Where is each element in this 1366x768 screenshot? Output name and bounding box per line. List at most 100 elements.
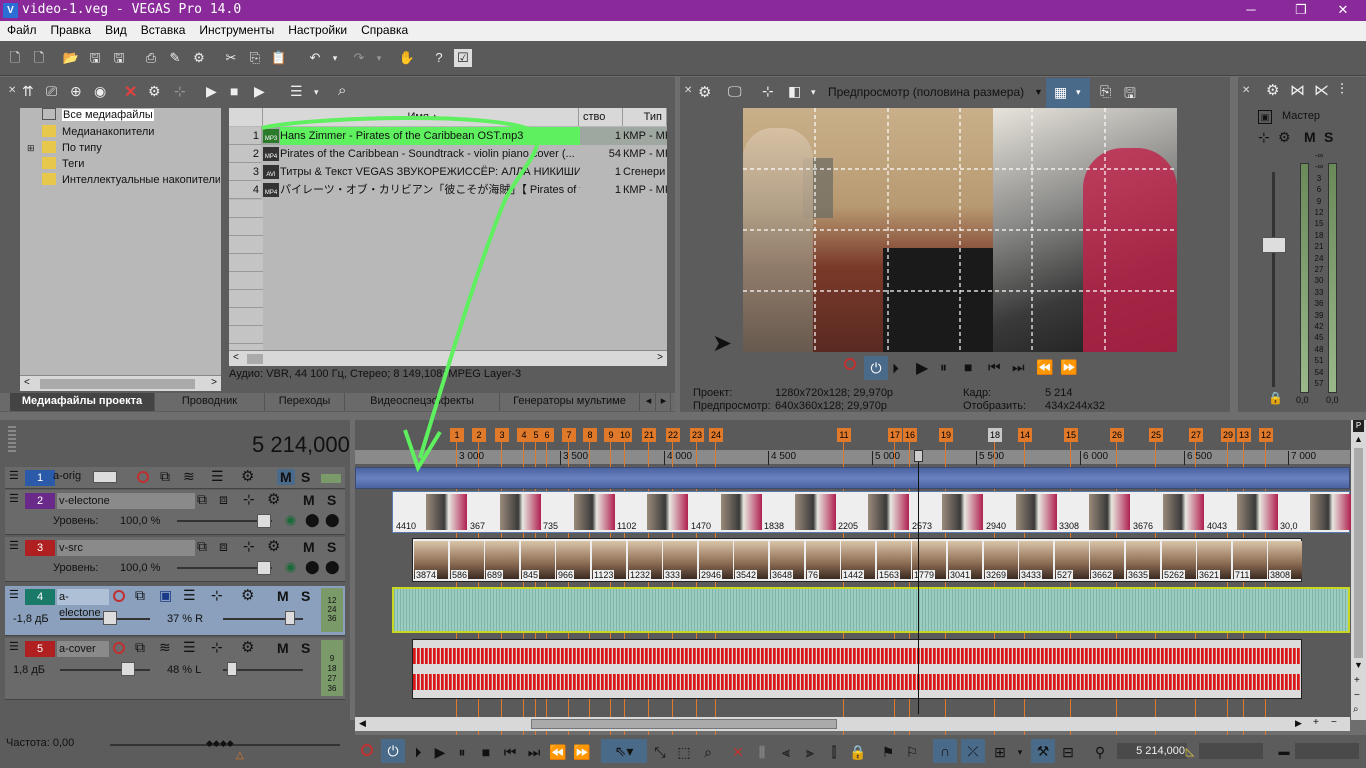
tree-item-all-media[interactable]: Все медиафайлы: [42, 108, 154, 124]
tab-video-fx[interactable]: Видеоспецэффекты: [345, 393, 500, 411]
track-header-4[interactable]: ☰ 4 a-electone ⧉ ▣ ☰ ⊹ ⚙ M S -1,8 дБ 37 …: [5, 586, 345, 636]
track-gear-icon[interactable]: ⚙: [267, 537, 280, 555]
column-type-header[interactable]: Тип: [623, 108, 667, 126]
prev-frame-icon[interactable]: ⏪: [549, 743, 567, 761]
copy-icon[interactable]: ⎘: [246, 49, 264, 67]
audio-clip-a-cover[interactable]: [412, 639, 1302, 699]
solo-button[interactable]: S: [301, 469, 310, 485]
selection-tool-icon[interactable]: ⬚: [675, 743, 693, 761]
tree-hscrollbar[interactable]: < >: [20, 375, 221, 391]
trim-start-icon[interactable]: ⫷: [777, 743, 795, 761]
master-fader-handle[interactable]: [1262, 237, 1286, 253]
scroll-right-icon[interactable]: ▶: [1295, 718, 1302, 729]
fx-dropdown-icon[interactable]: ▾: [811, 87, 816, 98]
solo-button[interactable]: S: [301, 588, 310, 604]
timeline-marker[interactable]: 15: [1064, 428, 1078, 442]
pan-slider-handle[interactable]: [285, 611, 295, 625]
go-to-start-icon[interactable]: ⏮: [988, 359, 1001, 376]
timeline-marker[interactable]: 21: [642, 428, 656, 442]
scroll-up-icon[interactable]: ▲: [1354, 434, 1363, 444]
parent-child-icon[interactable]: ⬤: [325, 559, 340, 575]
motion-blur-icon[interactable]: ◉: [285, 512, 296, 528]
redo-icon[interactable]: ↷: [350, 49, 368, 67]
timeline-marker[interactable]: 1: [450, 428, 464, 442]
menu-help[interactable]: Справка: [354, 21, 415, 41]
track-drag-icon[interactable]: ☰: [9, 588, 19, 601]
menu-settings[interactable]: Настройки: [281, 21, 354, 41]
timeline-marker[interactable]: 2: [472, 428, 486, 442]
render-icon[interactable]: ⎙: [142, 49, 160, 67]
normal-edit-tool-icon[interactable]: ⇖▾: [601, 739, 647, 763]
video-fx-icon[interactable]: ◧: [788, 83, 801, 100]
dim-output-icon[interactable]: ⋉: [1314, 81, 1329, 99]
trim-icon[interactable]: ⫼: [753, 743, 771, 761]
maximize-button[interactable]: ❐: [1278, 0, 1324, 21]
column-count-header[interactable]: ство обр: [579, 108, 623, 126]
timeline-marker[interactable]: 24: [709, 428, 723, 442]
stop-icon[interactable]: ■: [230, 83, 238, 99]
pan-icon[interactable]: ⊹: [211, 587, 223, 604]
track-gear-icon[interactable]: ⚙: [241, 638, 254, 656]
hand-tool-icon[interactable]: ✋: [398, 49, 416, 67]
file-row-2[interactable]: 2 MP4 Pirates of the Caribbean - Soundtr…: [229, 145, 667, 163]
track-settings-icon[interactable]: ☰: [183, 639, 196, 656]
timeline-marker[interactable]: 19: [939, 428, 953, 442]
mute-button[interactable]: M: [303, 492, 315, 508]
track-header-5[interactable]: ☰ 5 a-cover ⧉ ≋ ☰ ⊹ ⚙ M S 1,8 дБ 48 % L …: [5, 638, 345, 700]
envelope-tool-icon[interactable]: ⤡: [651, 743, 669, 761]
lock-icon[interactable]: 🔒: [849, 743, 867, 761]
playhead-handle[interactable]: [914, 450, 923, 462]
zoom-out-h-icon[interactable]: −: [1331, 717, 1337, 728]
zoom-out-icon[interactable]: −: [1354, 690, 1360, 701]
auto-preview-icon[interactable]: ▶: [254, 83, 265, 100]
zoom-in-icon[interactable]: +: [1354, 675, 1360, 686]
panel-close-icon[interactable]: ✕: [684, 85, 692, 96]
play-icon[interactable]: ▶: [206, 83, 217, 100]
video-clip-v-src[interactable]: 3874 586 689 845 966 1123 1232 333 2946 3542 3648 7…: [412, 538, 1302, 582]
mute-button[interactable]: M: [277, 640, 289, 656]
file-row-3[interactable]: 3 AVI Титры & Текст VEGAS ЗВУКОРЕЖИССЁР:…: [229, 163, 667, 181]
compositing-mode-icon[interactable]: ⬤: [305, 512, 320, 528]
solo-button[interactable]: S: [301, 640, 310, 656]
file-row-1[interactable]: 1 MP3 Hans Zimmer - Pirates of the Carib…: [229, 127, 667, 145]
zoom-icon[interactable]: ⌕: [1353, 704, 1359, 715]
play-icon[interactable]: ▶: [431, 743, 449, 761]
gear-icon[interactable]: ⚙: [190, 49, 208, 67]
lock-envelopes-icon[interactable]: ⚒: [1031, 739, 1055, 763]
stop-icon[interactable]: ■: [964, 359, 972, 375]
scroll-right-icon[interactable]: >: [657, 352, 663, 363]
timeline-marker[interactable]: 6: [540, 428, 554, 442]
filelist-hscrollbar[interactable]: < >: [229, 350, 667, 366]
tree-item-by-type[interactable]: По типу: [42, 141, 102, 157]
tab-scroll-right-icon[interactable]: ▸: [657, 393, 671, 411]
volume-slider-handle[interactable]: [121, 662, 135, 676]
remove-icon[interactable]: ✕: [124, 82, 137, 102]
timeline-marker[interactable]: 18: [988, 428, 1002, 442]
compositing-mode-icon[interactable]: ⬤: [305, 559, 320, 575]
menu-view[interactable]: Вид: [98, 21, 134, 41]
pan-crop-icon[interactable]: ⊹: [243, 538, 255, 555]
master-solo-button[interactable]: S: [1324, 129, 1333, 145]
zoom-tool-icon[interactable]: ⌕: [699, 743, 717, 761]
next-frame-icon[interactable]: ⏩: [573, 743, 591, 761]
track-drag-icon[interactable]: ☰: [9, 469, 19, 482]
solo-button[interactable]: S: [327, 539, 336, 555]
video-clip-v-electone[interactable]: 4410 367 735 1102 1470 1838 2205 2573 2940 3308 36…: [392, 491, 1351, 533]
timeline-marker[interactable]: 12: [1259, 428, 1273, 442]
new-template-icon[interactable]: 🗋: [30, 49, 48, 67]
level-slider-handle[interactable]: [257, 561, 271, 575]
close-button[interactable]: ✕: [1320, 0, 1366, 21]
delete-icon[interactable]: ✕: [729, 743, 747, 761]
lock-icon[interactable]: 🔒: [1268, 391, 1283, 405]
arm-record-icon[interactable]: [137, 471, 149, 483]
timeline-marker[interactable]: 13: [1237, 428, 1251, 442]
timeline-marker[interactable]: 11: [837, 428, 851, 442]
stop-icon[interactable]: ■: [477, 743, 495, 761]
master-mute-button[interactable]: M: [1304, 129, 1316, 145]
insert-region-icon[interactable]: ⚐: [903, 743, 921, 761]
redo-dropdown-icon[interactable]: ▾: [370, 49, 388, 67]
next-frame-icon[interactable]: ⏩: [1060, 359, 1077, 376]
mute-button[interactable]: M: [277, 588, 289, 604]
ignore-grouping-icon[interactable]: ⊟: [1059, 743, 1077, 761]
properties-icon[interactable]: ✎: [166, 49, 184, 67]
